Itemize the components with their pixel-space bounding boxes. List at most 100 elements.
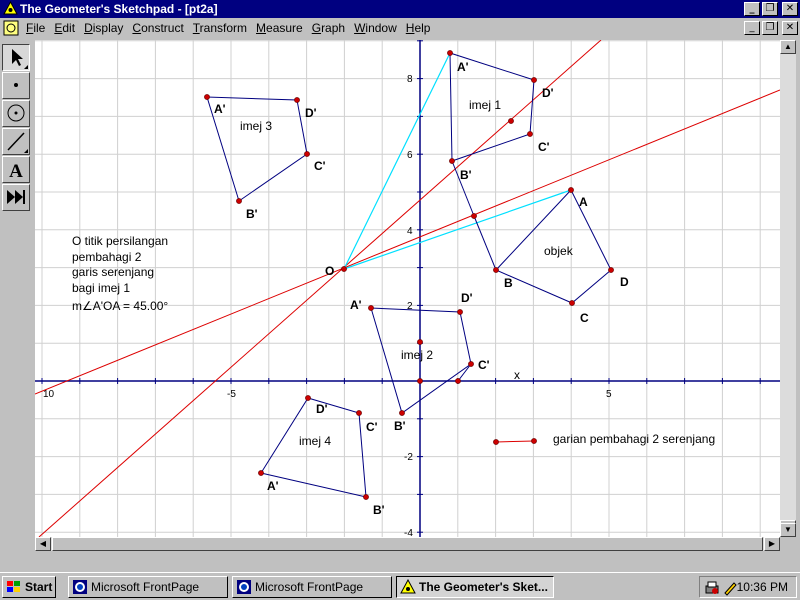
x-axis-label: x xyxy=(514,368,520,382)
menu-file[interactable]: File xyxy=(26,21,45,35)
sketch-point[interactable] xyxy=(493,439,499,445)
y-tick-label-minus4: -4 xyxy=(404,528,413,537)
point-icon xyxy=(14,83,18,87)
straightedge-tool[interactable] xyxy=(2,128,30,155)
image1-point-d: D' xyxy=(542,86,554,100)
doc-restore-button[interactable]: ❐ xyxy=(762,21,778,35)
sketch-canvas[interactable]: 10 -5 5 8 6 4 2 -2 -4 x O objek A B C D … xyxy=(35,40,780,537)
menu-edit[interactable]: Edit xyxy=(54,21,75,35)
sketch-point[interactable] xyxy=(417,378,423,384)
script-tool[interactable] xyxy=(2,184,30,211)
horizontal-scroll-thumb[interactable] xyxy=(52,537,763,551)
image1-point-b: B' xyxy=(460,168,472,182)
sketch-point[interactable] xyxy=(417,339,423,345)
sketch-point[interactable] xyxy=(457,309,463,315)
sketch-point[interactable] xyxy=(455,378,461,384)
sketch-point[interactable] xyxy=(304,151,310,157)
sketch-point[interactable] xyxy=(493,267,499,273)
script-icon xyxy=(7,190,25,204)
sketch-point[interactable] xyxy=(399,410,405,416)
windows-logo-icon xyxy=(7,581,20,592)
sketch-point[interactable] xyxy=(608,267,614,273)
sketchpad-app-icon[interactable] xyxy=(3,1,18,16)
scroll-up-arrow-icon[interactable]: ▲ xyxy=(780,40,796,54)
image3-point-c: C' xyxy=(314,159,326,173)
y-tick-label-6: 6 xyxy=(407,150,413,161)
sketch-point[interactable] xyxy=(508,118,514,124)
sketch-point[interactable] xyxy=(449,158,455,164)
sketch-point[interactable] xyxy=(527,131,533,137)
sketch-point[interactable] xyxy=(305,395,311,401)
point-tool[interactable] xyxy=(2,72,30,99)
menu-display[interactable]: Display xyxy=(84,21,123,35)
sketchpad-app-icon xyxy=(400,579,416,594)
task-sketchpad[interactable]: The Geometer's Sket... xyxy=(396,576,554,598)
sketch-point[interactable] xyxy=(569,300,575,306)
document-icon[interactable] xyxy=(3,20,19,36)
compass-tool[interactable] xyxy=(2,100,30,127)
sketch-point[interactable] xyxy=(568,187,574,193)
frontpage-icon xyxy=(237,580,251,594)
doc-close-button[interactable]: ✕ xyxy=(782,21,798,35)
legend-label: garian pembahagi 2 serenjang xyxy=(553,432,715,446)
maximize-button[interactable]: ❐ xyxy=(762,2,778,16)
image1-point-c: C' xyxy=(538,140,550,154)
close-button[interactable]: ✕ xyxy=(782,2,798,16)
minimize-button[interactable]: _ xyxy=(744,2,760,16)
x-tick-label-minus10: 10 xyxy=(43,389,55,400)
note-line-3: garis serenjang xyxy=(72,265,154,279)
menu-measure[interactable]: Measure xyxy=(256,21,303,35)
sketch-point[interactable] xyxy=(204,94,210,100)
y-tick-label-4: 4 xyxy=(407,226,413,237)
object-segment[interactable] xyxy=(473,215,497,271)
sketch-point[interactable] xyxy=(294,97,300,103)
sketch-point[interactable] xyxy=(447,50,453,56)
menu-help[interactable]: Help xyxy=(406,21,431,35)
sketch-point[interactable] xyxy=(363,494,369,500)
scroll-left-arrow-icon[interactable]: ◀ xyxy=(35,537,51,551)
horizontal-scrollbar[interactable]: ◀ ▶ xyxy=(35,537,780,551)
scroll-down-arrow-icon[interactable]: ▼ xyxy=(780,523,796,537)
menu-transform[interactable]: Transform xyxy=(193,21,247,35)
scroll-right-arrow-icon[interactable]: ▶ xyxy=(764,537,780,551)
sketch-point[interactable] xyxy=(341,266,347,272)
text-tool[interactable]: A xyxy=(2,156,30,183)
select-tool[interactable] xyxy=(2,44,30,71)
sketch-point[interactable] xyxy=(531,77,537,83)
window-title: The Geometer's Sketchpad - [pt2a] xyxy=(20,2,218,16)
task-label: The Geometer's Sket... xyxy=(419,580,548,594)
menu-graph[interactable]: Graph xyxy=(312,21,345,35)
cyan-line-o-a-prime[interactable] xyxy=(343,52,451,270)
printer-tray-icon[interactable] xyxy=(704,580,720,596)
title-bar: The Geometer's Sketchpad - [pt2a] _ ❐ ✕ xyxy=(0,0,800,18)
image1-label: imej 1 xyxy=(469,98,501,112)
sketch-point[interactable] xyxy=(258,470,264,476)
task-frontpage-2[interactable]: Microsoft FrontPage xyxy=(232,576,392,598)
image2-point-a: A' xyxy=(350,298,362,312)
task-label: Microsoft FrontPage xyxy=(91,580,200,594)
menu-construct[interactable]: Construct xyxy=(132,21,183,35)
sketch-point[interactable] xyxy=(471,213,477,219)
pen-tray-icon[interactable] xyxy=(722,580,738,596)
image2-point-d: D' xyxy=(461,291,473,305)
image4-label: imej 4 xyxy=(299,434,331,448)
sketch-point[interactable] xyxy=(531,438,537,444)
image3-point-d: D' xyxy=(305,106,317,120)
tool-menu-indicator xyxy=(24,65,28,69)
sketch-point[interactable] xyxy=(468,361,474,367)
legend-segment[interactable] xyxy=(495,440,535,443)
task-frontpage-1[interactable]: Microsoft FrontPage xyxy=(68,576,228,598)
clock[interactable]: 10:36 PM xyxy=(737,580,788,594)
sketch-point[interactable] xyxy=(368,305,374,311)
angle-measurement[interactable]: m∠A'OA = 45.00° xyxy=(72,299,168,313)
vertical-scrollbar[interactable]: ▲ ▼ xyxy=(780,40,796,537)
object-point-b: B xyxy=(504,276,513,290)
compass-icon xyxy=(7,104,25,122)
start-button[interactable]: Start xyxy=(2,576,56,598)
sketch-point[interactable] xyxy=(356,410,362,416)
object-point-d: D xyxy=(620,275,629,289)
doc-minimize-button[interactable]: _ xyxy=(744,21,760,35)
menu-window[interactable]: Window xyxy=(354,21,397,35)
sketch-point[interactable] xyxy=(236,198,242,204)
system-tray: 10:36 PM xyxy=(699,576,797,598)
